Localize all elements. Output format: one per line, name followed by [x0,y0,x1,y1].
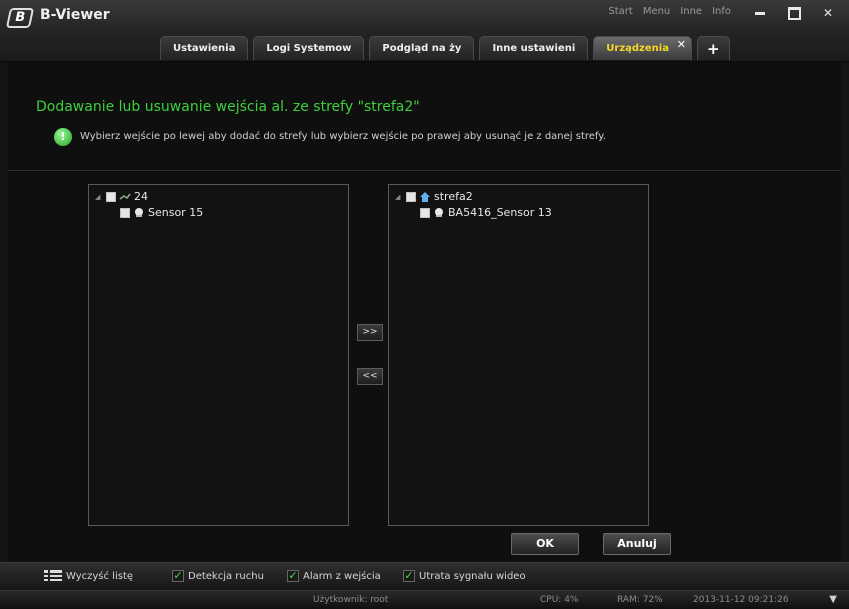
clear-list-button[interactable]: Wyczyść listę [44,570,133,582]
clear-list-label: Wyczyść listę [66,570,134,582]
app-title: B-Viewer [40,7,110,23]
check-icon[interactable]: ✓ [172,570,184,582]
ok-button[interactable]: OK [511,533,579,555]
zone-root-checkbox[interactable] [406,191,416,202]
tab-urzadzenia-label: Urządzenia [606,43,669,54]
menu-menu[interactable]: Menu [643,6,670,17]
expand-triangle-icon[interactable]: ◢ [395,193,403,201]
tree-item-zone-sensor[interactable]: BA5416_Sensor 13 [420,206,552,219]
cancel-button[interactable]: Anuluj [603,533,671,555]
list-icon [44,570,62,581]
filter-motion-label: Detekcja ruchu [188,570,264,582]
expand-triangle-icon[interactable]: ◢ [95,193,103,201]
chevron-down-icon[interactable]: ▼ [829,594,837,605]
sensor-icon [135,207,143,217]
zone-sensor-checkbox[interactable] [420,207,430,218]
tree-root-strefa2[interactable]: ◢ strefa2 [395,190,473,203]
tree-item-sensor[interactable]: Sensor 15 [120,206,203,219]
tab-logi-systemow[interactable]: Logi Systemow [253,36,365,60]
add-tab-button[interactable]: + [696,36,730,60]
move-left-button[interactable]: << [357,368,383,385]
check-icon[interactable]: ✓ [287,570,299,582]
app-logo-icon: B [5,8,35,28]
tree-root-checkbox[interactable] [106,191,116,202]
close-icon[interactable]: ✕ [813,4,843,22]
tab-urzadzenia[interactable]: Urządzenia ✕ [593,36,692,60]
available-inputs-tree[interactable]: ◢ 24 Sensor 15 [88,184,349,526]
check-icon[interactable]: ✓ [403,570,415,582]
menu-start[interactable]: Start [608,6,632,17]
dialog-hint: Wybierz wejście po lewej aby dodać do st… [80,131,606,142]
status-bar: Użytkownik: root CPU: 4% RAM: 72% 2013-1… [0,590,849,609]
tab-bar: Ustawienia Logi Systemow Podgląd na ży I… [160,36,730,60]
tab-close-icon[interactable]: ✕ [677,33,686,57]
tree-root-24[interactable]: ◢ 24 [95,190,148,203]
home-icon [420,191,430,202]
move-right-button[interactable]: >> [357,324,383,341]
menu-inne[interactable]: Inne [680,6,702,17]
filter-video-loss-label: Utrata sygnału wideo [419,570,526,582]
filter-input-alarm-label: Alarm z wejścia [303,570,381,582]
status-datetime: 2013-11-12 09:21:26 [693,595,789,605]
dialog-heading: Dodawanie lub usuwanie wejścia al. ze st… [36,99,420,115]
zone-root-label: strefa2 [434,190,473,203]
status-cpu: CPU: 4% [540,595,579,605]
window-controls: ✕ [745,4,843,22]
tab-podglad[interactable]: Podgląd na ży [369,36,475,60]
status-user: Użytkownik: root [313,595,389,605]
filter-video-loss[interactable]: ✓ Utrata sygnału wideo [403,570,526,582]
device-icon [119,193,131,200]
tree-root-label: 24 [134,190,148,203]
sensor-icon [435,207,443,217]
zone-inputs-tree[interactable]: ◢ strefa2 BA5416_Sensor 13 [388,184,649,526]
filter-input-alarm[interactable]: ✓ Alarm z wejścia [287,570,381,582]
menu-info[interactable]: Info [712,6,731,17]
divider [8,170,841,171]
sensor-label: Sensor 15 [148,206,204,219]
maximize-icon[interactable] [779,4,809,22]
tab-inne-ustawienia[interactable]: Inne ustawieni [479,36,589,60]
title-bar: B B-Viewer Start Menu Inne Info ✕ Ustawi… [0,0,849,62]
top-menu: Start Menu Inne Info [608,6,731,17]
filter-motion[interactable]: ✓ Detekcja ruchu [172,570,264,582]
zone-sensor-label: BA5416_Sensor 13 [448,206,552,219]
minimize-icon[interactable] [745,4,775,22]
sensor-checkbox[interactable] [120,207,130,218]
info-bulb-icon: ! [54,128,72,146]
event-filter-bar: Wyczyść listę ✓ Detekcja ruchu ✓ Alarm z… [0,562,849,590]
tab-ustawienia[interactable]: Ustawienia [160,36,249,60]
status-ram: RAM: 72% [617,595,663,605]
